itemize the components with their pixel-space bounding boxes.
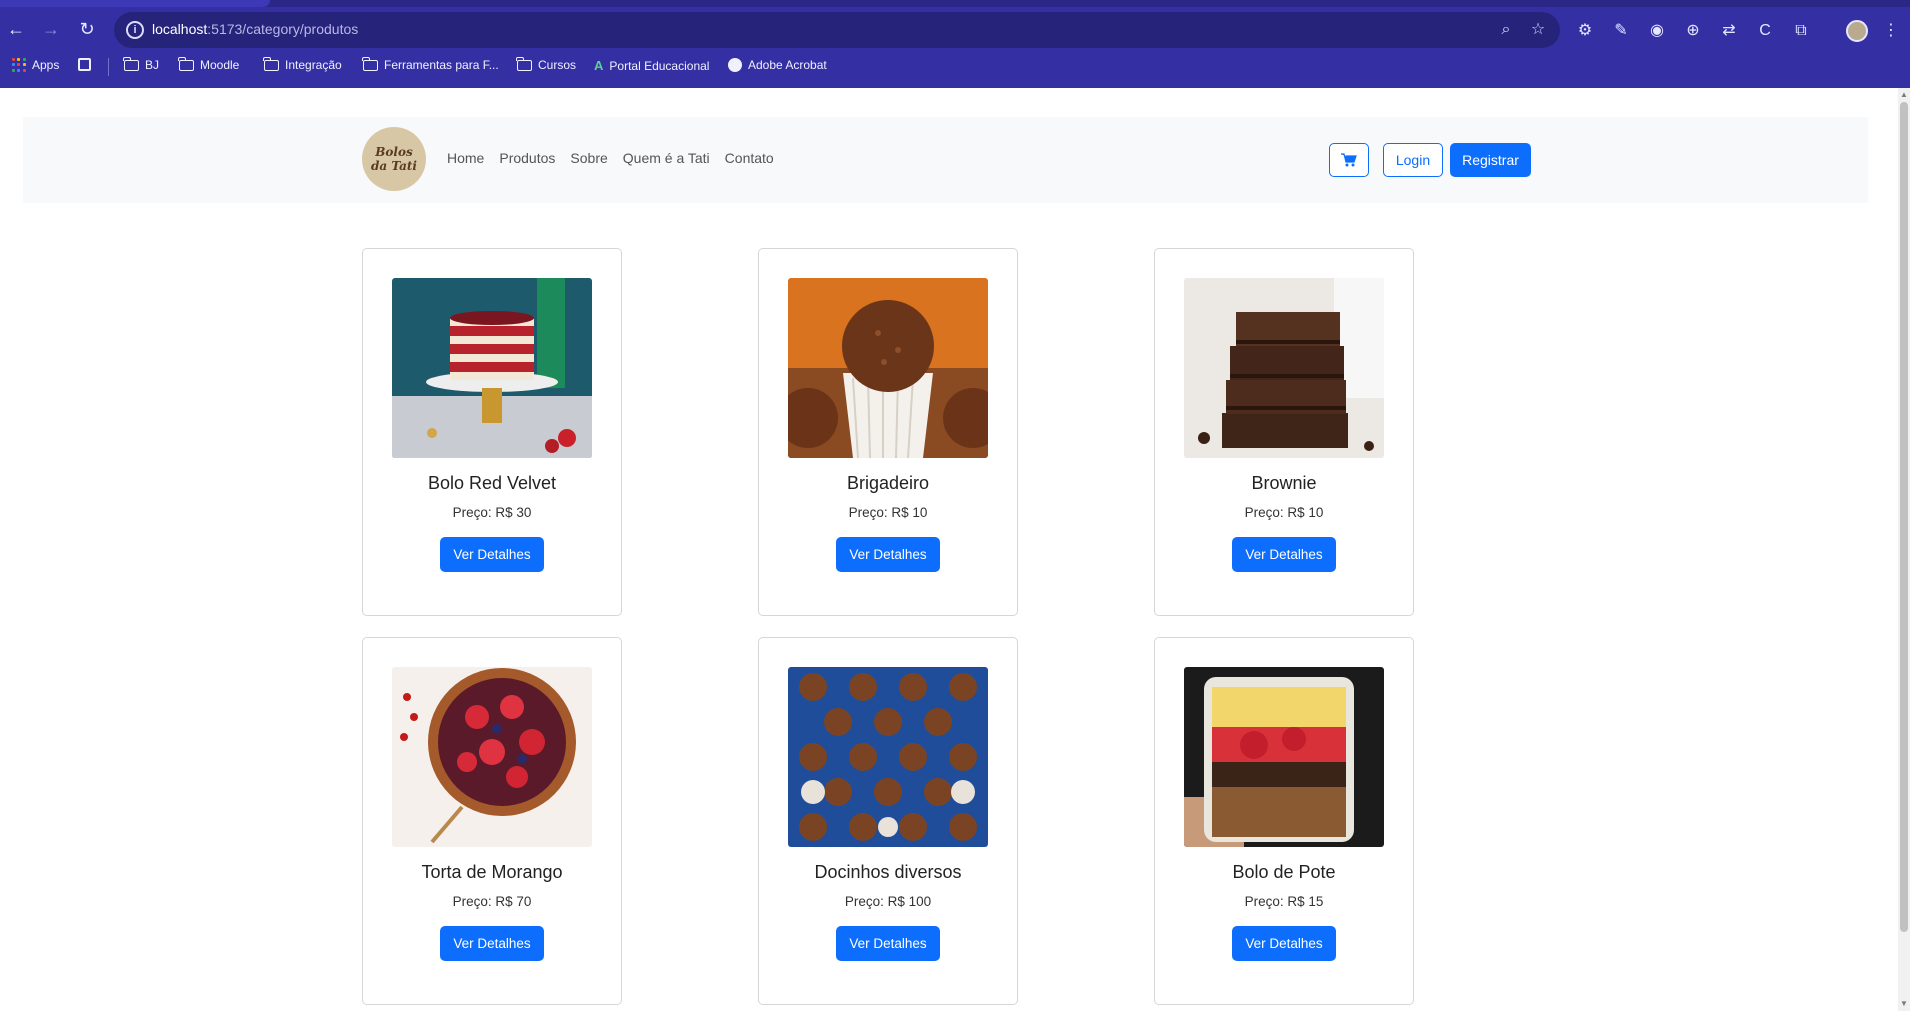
product-price: Preço: R$ 30 xyxy=(452,505,532,520)
nav-links: Home Produtos Sobre Quem é a Tati Contat… xyxy=(447,150,774,166)
product-name: Bolo de Pote xyxy=(1232,862,1336,882)
extension-translate-icon[interactable]: ⇄ xyxy=(1718,20,1740,42)
profile-avatar[interactable] xyxy=(1846,20,1868,42)
product-image-red-velvet xyxy=(392,278,592,458)
bookmark-label: Ferramentas para F... xyxy=(384,58,499,72)
bookmark-grid-icon[interactable] xyxy=(78,58,91,71)
page-scrollbar[interactable]: ▲ ▼ xyxy=(1898,88,1910,1011)
scroll-down-icon[interactable]: ▼ xyxy=(1900,1000,1908,1008)
address-row: ← → ↻ i localhost:5173/category/produtos… xyxy=(0,10,1910,50)
site-info-icon[interactable]: i xyxy=(126,21,144,39)
bookmark-label: Adobe Acrobat xyxy=(748,58,827,72)
bookmark-label: Integração xyxy=(285,58,342,72)
back-icon[interactable]: ← xyxy=(5,18,27,40)
bookmark-label: Apps xyxy=(32,58,60,72)
zoom-icon[interactable]: ⌕ xyxy=(1496,20,1516,40)
product-price: Preço: R$ 10 xyxy=(1244,505,1324,520)
bookmark-portal[interactable]: A Portal Educacional xyxy=(594,58,709,73)
view-details-button[interactable]: Ver Detalhes xyxy=(836,537,940,572)
logo-text: Bolos da Tati xyxy=(370,145,417,173)
bookmark-label: Cursos xyxy=(538,58,577,72)
product-price: Preço: R$ 15 xyxy=(1244,894,1324,909)
scroll-up-icon[interactable]: ▲ xyxy=(1900,91,1908,99)
product-price: Preço: R$ 100 xyxy=(844,894,932,909)
bookmark-integracao[interactable]: Integração xyxy=(263,56,342,72)
product-name: Bolo Red Velvet xyxy=(427,473,557,493)
extension-code-icon[interactable]: C xyxy=(1754,20,1776,42)
bookmark-label: Moodle xyxy=(200,58,240,72)
globe-icon xyxy=(728,58,742,72)
product-card: Docinhos diversos Preço: R$ 100 Ver Deta… xyxy=(758,637,1018,1005)
nav-contato[interactable]: Contato xyxy=(725,150,774,166)
view-details-button[interactable]: Ver Detalhes xyxy=(1232,926,1336,961)
product-image-brownie xyxy=(1184,278,1384,458)
product-price: Preço: R$ 70 xyxy=(452,894,532,909)
register-button[interactable]: Registrar xyxy=(1450,143,1531,177)
product-name: Brigadeiro xyxy=(846,473,930,493)
bookmark-bj[interactable]: BJ xyxy=(123,56,160,72)
login-button[interactable]: Login xyxy=(1383,143,1443,177)
page-viewport: Bolos da Tati Home Produtos Sobre Quem é… xyxy=(0,88,1898,1011)
cart-button[interactable] xyxy=(1329,143,1369,177)
url-text[interactable]: localhost:5173/category/produtos xyxy=(152,21,358,37)
bookmarks-bar: Apps BJ Moodle Integração Ferramentas pa… xyxy=(0,54,1910,80)
bookmark-adobe[interactable]: Adobe Acrobat xyxy=(728,58,827,72)
menu-kebab-icon[interactable]: ⋮ xyxy=(1880,20,1902,42)
bookmark-moodle[interactable]: Moodle xyxy=(178,56,240,72)
cart-icon xyxy=(1341,153,1357,167)
folder-icon xyxy=(362,56,378,71)
product-image-brigadeiro xyxy=(788,278,988,458)
bookmark-separator xyxy=(108,58,109,76)
extension-gear-icon[interactable]: ⚙ xyxy=(1574,20,1596,42)
extension-camera-icon[interactable]: ◉ xyxy=(1646,20,1668,42)
product-image-torta-morango xyxy=(392,667,592,847)
reload-icon[interactable]: ↻ xyxy=(76,18,98,40)
bookmark-label: BJ xyxy=(145,58,160,72)
folder-icon xyxy=(178,56,194,71)
url-path: :5173/category/produtos xyxy=(207,21,359,37)
scroll-thumb[interactable] xyxy=(1900,102,1908,932)
view-details-button[interactable]: Ver Detalhes xyxy=(1232,537,1336,572)
bookmark-ferramentas[interactable]: Ferramentas para F... xyxy=(362,56,499,72)
product-card: Bolo de Pote Preço: R$ 15 Ver Detalhes xyxy=(1154,637,1414,1005)
view-details-button[interactable]: Ver Detalhes xyxy=(440,926,544,961)
view-details-button[interactable]: Ver Detalhes xyxy=(836,926,940,961)
site-navbar: Bolos da Tati Home Produtos Sobre Quem é… xyxy=(23,117,1868,203)
nav-sobre[interactable]: Sobre xyxy=(570,150,607,166)
folder-icon xyxy=(516,56,532,71)
bookmark-star-icon[interactable]: ☆ xyxy=(1528,20,1548,40)
product-image-docinhos xyxy=(788,667,988,847)
nav-home[interactable]: Home xyxy=(447,150,484,166)
extensions-puzzle-icon[interactable]: ⧉ xyxy=(1790,20,1812,42)
product-name: Torta de Morango xyxy=(421,862,563,882)
product-card: Bolo Red Velvet Preço: R$ 30 Ver Detalhe… xyxy=(362,248,622,616)
portal-logo-icon: A xyxy=(594,58,604,73)
address-bar[interactable]: i localhost:5173/category/produtos ⌕ ☆ xyxy=(114,12,1560,48)
view-details-button[interactable]: Ver Detalhes xyxy=(440,537,544,572)
product-card: Brownie Preço: R$ 10 Ver Detalhes xyxy=(1154,248,1414,616)
extension-eyedropper-icon[interactable]: ✎ xyxy=(1610,20,1632,42)
bookmark-apps[interactable]: Apps xyxy=(12,58,59,72)
nav-produtos[interactable]: Produtos xyxy=(499,150,555,166)
active-tab[interactable] xyxy=(0,0,270,7)
forward-icon[interactable]: → xyxy=(40,18,62,40)
brand-logo[interactable]: Bolos da Tati xyxy=(362,127,426,191)
nav-quem-e-a-tati[interactable]: Quem é a Tati xyxy=(623,150,710,166)
tab-strip xyxy=(0,0,1910,7)
apps-grid-icon xyxy=(12,58,26,72)
product-card: Brigadeiro Preço: R$ 10 Ver Detalhes xyxy=(758,248,1018,616)
product-card: Torta de Morango Preço: R$ 70 Ver Detalh… xyxy=(362,637,622,1005)
grid-icon xyxy=(78,58,91,71)
extension-plus-icon[interactable]: ⊕ xyxy=(1682,20,1704,42)
product-name: Brownie xyxy=(1251,473,1317,493)
bookmark-cursos[interactable]: Cursos xyxy=(516,56,577,72)
product-image-bolo-pote xyxy=(1184,667,1384,847)
browser-chrome: ← → ↻ i localhost:5173/category/produtos… xyxy=(0,0,1910,88)
folder-icon xyxy=(263,56,279,71)
product-name: Docinhos diversos xyxy=(814,862,962,882)
url-host: localhost xyxy=(152,21,208,37)
product-price: Preço: R$ 10 xyxy=(848,505,928,520)
bookmark-label: Portal Educacional xyxy=(609,58,710,73)
folder-icon xyxy=(123,56,139,71)
